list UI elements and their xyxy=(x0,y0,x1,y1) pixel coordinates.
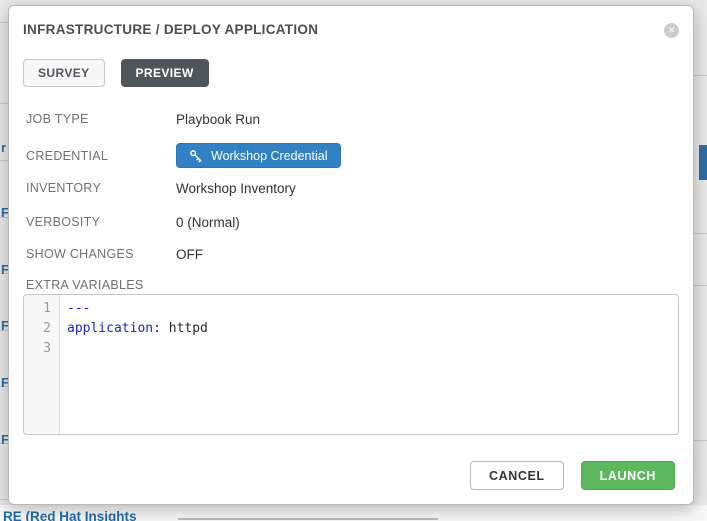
credential-row: CREDENTIAL Workshop Credential xyxy=(26,143,679,168)
extra-variables-editor[interactable]: 1 2 3 --- application: httpd xyxy=(23,294,679,435)
background-bottom-strip: RE (Red Hat Insights xyxy=(0,505,707,521)
tab-preview[interactable]: PREVIEW xyxy=(121,59,209,87)
background-link-text: RE (Red Hat Insights xyxy=(3,509,137,521)
inventory-row: INVENTORY Workshop Inventory xyxy=(26,181,679,195)
modal-header: INFRASTRUCTURE / DEPLOY APPLICATION ✕ xyxy=(23,22,679,38)
verbosity-row: VERBOSITY 0 (Normal) xyxy=(26,215,679,229)
background-divider xyxy=(178,518,438,520)
cancel-button[interactable]: CANCEL xyxy=(470,461,564,490)
editor-gutter: 1 2 3 xyxy=(24,295,60,434)
tab-survey[interactable]: SURVEY xyxy=(23,59,105,87)
extra-variables-label: EXTRA VARIABLES xyxy=(23,278,679,292)
code-line: application: httpd xyxy=(67,319,678,339)
tab-bar: SURVEY PREVIEW xyxy=(23,59,679,87)
close-icon[interactable]: ✕ xyxy=(664,23,679,38)
background-text-fragment: r xyxy=(1,140,6,155)
inventory-value: Workshop Inventory xyxy=(176,181,296,196)
credential-chip-label: Workshop Credential xyxy=(211,149,328,163)
credential-label: CREDENTIAL xyxy=(26,149,176,163)
job-type-label: JOB TYPE xyxy=(26,112,176,126)
code-line: --- xyxy=(67,299,678,319)
show-changes-value: OFF xyxy=(176,247,203,262)
inventory-label: INVENTORY xyxy=(26,181,176,195)
background-accent-block xyxy=(699,145,707,180)
deploy-application-modal: INFRASTRUCTURE / DEPLOY APPLICATION ✕ SU… xyxy=(8,5,694,505)
modal-title: INFRASTRUCTURE / DEPLOY APPLICATION xyxy=(23,22,679,38)
show-changes-label: SHOW CHANGES xyxy=(26,247,176,261)
job-type-value: Playbook Run xyxy=(176,112,260,127)
key-icon xyxy=(189,149,203,163)
job-type-row: JOB TYPE Playbook Run xyxy=(26,112,679,126)
background-row-divider xyxy=(694,285,707,286)
code-text: : httpd xyxy=(153,321,208,336)
credential-chip[interactable]: Workshop Credential xyxy=(176,143,341,168)
line-number: 2 xyxy=(24,319,59,339)
yaml-doc-marker: --- xyxy=(67,301,90,316)
line-number: 1 xyxy=(24,299,59,319)
detail-rows: JOB TYPE Playbook Run CREDENTIAL Worksho… xyxy=(23,112,679,261)
background-row-divider xyxy=(694,440,707,441)
modal-footer: CANCEL LAUNCH xyxy=(23,461,679,490)
line-number: 3 xyxy=(24,339,59,359)
background-row-divider xyxy=(694,75,707,76)
show-changes-row: SHOW CHANGES OFF xyxy=(26,247,679,261)
launch-button[interactable]: LAUNCH xyxy=(581,461,675,490)
verbosity-label: VERBOSITY xyxy=(26,215,176,229)
yaml-key: application xyxy=(67,321,153,336)
background-row-divider xyxy=(694,233,707,234)
verbosity-value: 0 (Normal) xyxy=(176,215,240,230)
editor-code-area[interactable]: --- application: httpd xyxy=(60,295,678,434)
